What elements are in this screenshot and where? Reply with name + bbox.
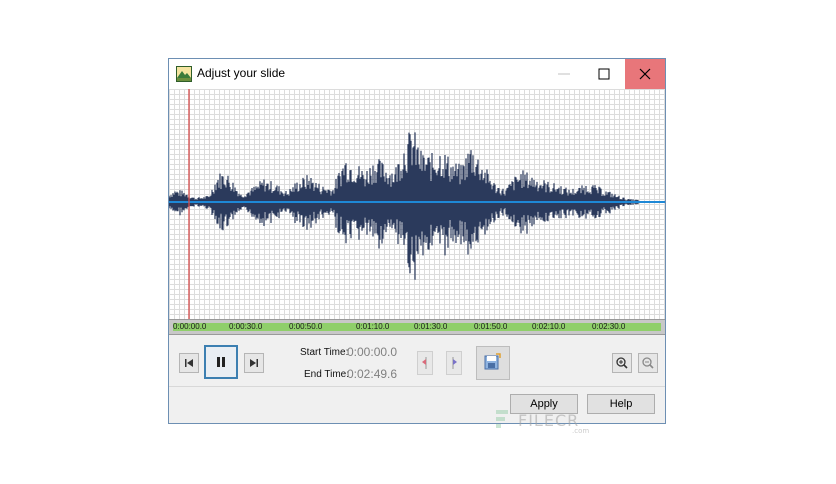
title-bar[interactable]: Adjust your slide bbox=[169, 59, 665, 89]
zoom-out-button[interactable] bbox=[638, 353, 658, 373]
end-marker-icon bbox=[452, 357, 457, 369]
close-icon bbox=[639, 68, 651, 80]
save-icon bbox=[484, 353, 501, 370]
watermark-text: FILECR bbox=[518, 411, 580, 430]
minimize-button[interactable] bbox=[544, 59, 584, 89]
start-marker-icon bbox=[422, 357, 427, 369]
timeline-ruler[interactable]: 0:00:00.0 0:00:30.0 0:00:50.0 0:01:10.0 … bbox=[169, 319, 665, 335]
maximize-icon bbox=[598, 68, 610, 80]
skip-to-start-icon bbox=[185, 359, 193, 367]
timeline-tick-label: 0:00:30.0 bbox=[229, 322, 263, 331]
waveform bbox=[169, 132, 639, 280]
start-time-value: 0:00:00.0 bbox=[347, 345, 398, 359]
waveform-graphic bbox=[169, 89, 665, 319]
window-title: Adjust your slide bbox=[197, 66, 286, 80]
save-selection-button[interactable] bbox=[476, 346, 510, 380]
end-time-label: End Time: bbox=[304, 369, 350, 380]
set-start-marker-button[interactable] bbox=[417, 351, 433, 375]
watermark-domain: .com bbox=[572, 427, 590, 435]
filecr-logo-icon bbox=[496, 410, 508, 428]
timeline-tick-label: 0:00:00.0 bbox=[173, 322, 207, 331]
zoom-in-icon bbox=[616, 357, 628, 369]
timeline-tick-label: 0:02:30.0 bbox=[592, 322, 626, 331]
skip-to-end-button[interactable] bbox=[244, 353, 264, 373]
waveform-path bbox=[169, 132, 639, 280]
zoom-out-icon bbox=[642, 357, 654, 369]
pause-icon bbox=[217, 357, 225, 367]
skip-to-start-button[interactable] bbox=[179, 353, 199, 373]
end-time-value: 0:02:49.6 bbox=[347, 367, 398, 381]
start-time-label: Start Time: bbox=[300, 347, 349, 358]
waveform-area[interactable] bbox=[169, 89, 665, 319]
set-end-marker-button[interactable] bbox=[446, 351, 462, 375]
timeline-tick-label: 0:01:50.0 bbox=[474, 322, 508, 331]
timeline-tick-label: 0:01:30.0 bbox=[414, 322, 448, 331]
footer-divider bbox=[169, 386, 665, 387]
timeline-tick-label: 0:02:10.0 bbox=[532, 322, 566, 331]
skip-to-end-icon bbox=[250, 359, 258, 367]
adjust-slide-dialog: Adjust your slide 0:00:00.0 0:00:30.0 0:… bbox=[168, 58, 666, 424]
watermark: FILECR .com bbox=[488, 406, 598, 436]
zoom-in-button[interactable] bbox=[612, 353, 632, 373]
minimize-icon bbox=[558, 73, 570, 75]
timeline-tick-label: 0:01:10.0 bbox=[356, 322, 390, 331]
timeline-tick-label: 0:00:50.0 bbox=[289, 322, 323, 331]
maximize-button[interactable] bbox=[584, 59, 624, 89]
app-icon bbox=[176, 66, 192, 82]
pause-button[interactable] bbox=[204, 345, 238, 379]
close-button[interactable] bbox=[625, 59, 665, 89]
